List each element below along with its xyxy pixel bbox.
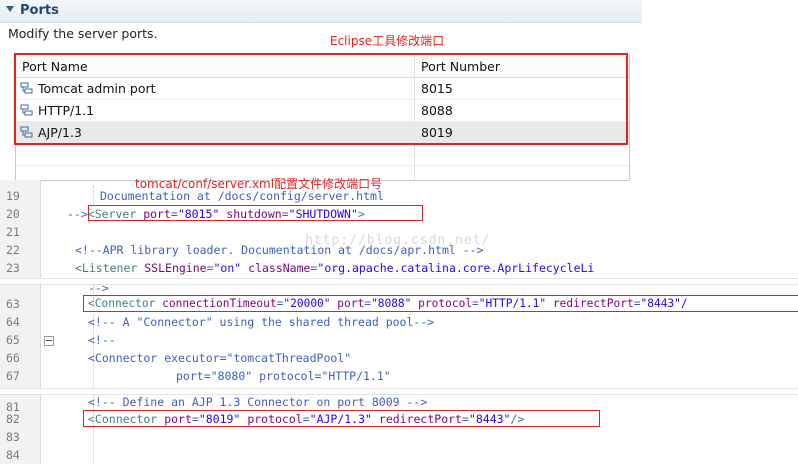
- http-connector-highlight-box: [83, 295, 798, 312]
- line-number: 67: [6, 369, 20, 383]
- xml-tag: <Listener: [75, 261, 138, 275]
- table-row-empty: [16, 144, 629, 166]
- code-comment: -->: [88, 281, 109, 295]
- code-line-19[interactable]: Documentation at /docs/config/server.htm…: [100, 189, 384, 203]
- eclipse-annotation: Eclipse工具修改端口: [330, 34, 445, 48]
- line-number: 63: [6, 297, 20, 311]
- code-comment: <Connector: [88, 351, 158, 365]
- code-comment: -->: [67, 207, 88, 221]
- ports-section-title: Ports: [20, 3, 59, 18]
- ports-section-description: Modify the server ports.: [8, 26, 158, 41]
- code-comment: protocol: [259, 369, 315, 383]
- code-line-64[interactable]: <!-- A "Connector" using the shared thre…: [88, 315, 434, 329]
- collapse-triangle-icon[interactable]: [6, 6, 14, 12]
- line-number: 20: [6, 207, 20, 221]
- editor-segment-break: [0, 278, 798, 285]
- code-comment: "HTTP/1.1": [321, 369, 391, 383]
- code-comment: "8080": [210, 369, 253, 383]
- code-comment: "tomcatThreadPool": [226, 351, 352, 365]
- line-number: 83: [6, 430, 20, 444]
- line-number: 19: [6, 189, 20, 203]
- line-number: 22: [6, 243, 20, 257]
- xml-value: "org.apache.catalina.core.AprLifecycleLi: [317, 261, 595, 275]
- code-line-23[interactable]: <Listener SSLEngine="on" className="org.…: [75, 261, 594, 275]
- code-line-66[interactable]: <Connector executor="tomcatThreadPool": [88, 351, 351, 365]
- line-number: 21: [6, 225, 20, 239]
- server-port-highlight-box: [88, 205, 423, 221]
- line-number: 82: [6, 412, 20, 426]
- code-comment: <!-- A "Connector" using the shared thre…: [88, 315, 435, 329]
- xml-value: "on": [213, 261, 242, 275]
- line-number: 66: [6, 351, 20, 365]
- editor-segment-break: [0, 388, 798, 395]
- code-line-65[interactable]: <!--: [88, 333, 116, 347]
- xml-attribute: SSLEngine: [144, 261, 207, 275]
- line-number: 65: [6, 333, 20, 347]
- code-line-comment-close[interactable]: -->: [88, 281, 109, 295]
- code-comment: port: [176, 369, 204, 383]
- line-number: 64: [6, 315, 20, 329]
- code-comment: executor: [164, 351, 220, 365]
- ajp-connector-highlight-box: [83, 410, 600, 427]
- xml-attribute: className: [248, 261, 311, 275]
- line-number: 23: [6, 261, 20, 275]
- code-line-81[interactable]: <!-- Define an AJP 1.3 Connector on port…: [88, 395, 427, 409]
- blog-watermark: http://blog.csdn.net/: [305, 233, 491, 248]
- code-line-67[interactable]: port="8080" protocol="HTTP/1.1": [176, 369, 391, 383]
- code-comment: Documentation at /docs/config/server.htm…: [100, 189, 384, 203]
- code-comment: <!-- Define an AJP 1.3 Connector on port…: [88, 395, 428, 409]
- ports-section-header[interactable]: [0, 0, 642, 23]
- indent-guide: [93, 186, 95, 206]
- code-comment: <!--: [88, 333, 116, 347]
- fold-collapse-icon[interactable]: [44, 336, 54, 346]
- eclipse-highlight-box: [14, 53, 628, 145]
- line-number: 84: [6, 448, 20, 462]
- gutter-divider: [40, 180, 41, 464]
